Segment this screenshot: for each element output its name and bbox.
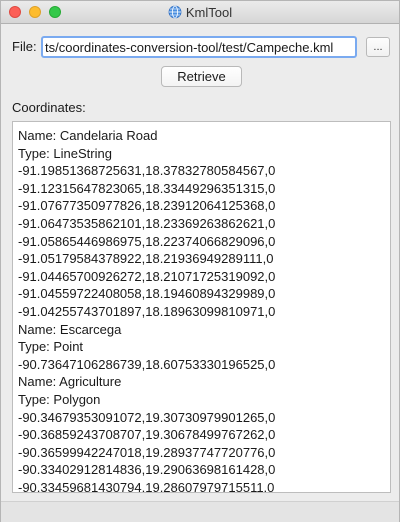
globe-icon bbox=[168, 5, 182, 19]
coordinate-line: -91.05865446986975,18.22374066829096,0 bbox=[18, 233, 276, 249]
coordinate-line: -91.06473535862101,18.23369263862621,0 bbox=[18, 215, 276, 231]
browse-button[interactable]: ... bbox=[366, 37, 390, 57]
coordinate-line: Name: Agriculture bbox=[18, 374, 122, 390]
coordinate-line: -91.04559722408058,18.19460894329989,0 bbox=[18, 286, 276, 302]
file-label: File: bbox=[12, 39, 37, 54]
coordinate-line: -90.34679353091072,19.30730979901265,0 bbox=[18, 409, 276, 425]
coordinate-line: -90.73647106286739,18.60753330196525,0 bbox=[18, 356, 276, 372]
coordinate-line: -91.12315647823065,18.33449296351315,0 bbox=[18, 180, 276, 196]
coordinate-line: -90.33402912814836,19.29063698161428,0 bbox=[18, 462, 276, 478]
app-window: KmlTool File: ... Retrieve Coordinates: … bbox=[0, 0, 400, 522]
window-title: KmlTool bbox=[185, 4, 233, 20]
coordinate-line: -90.36859243708707,19.30678499767262,0 bbox=[18, 427, 276, 443]
coordinate-line: Type: Polygon bbox=[18, 391, 101, 407]
coordinate-line: Name: Escarcega bbox=[18, 321, 122, 337]
coordinate-line: -91.04255743701897,18.18963099810971,0 bbox=[18, 303, 276, 319]
title-bar: KmlTool bbox=[1, 1, 399, 24]
coordinates-text-area[interactable]: Name: Candelaria Road Type: LineString -… bbox=[12, 121, 391, 493]
coordinate-line: Type: LineString bbox=[18, 145, 112, 161]
file-path-input[interactable] bbox=[41, 36, 357, 58]
coordinates-label: Coordinates: bbox=[12, 100, 86, 115]
coordinate-line: Name: Candelaria Road bbox=[18, 128, 158, 143]
coordinate-line: -91.19851368725631,18.37832780584567,0 bbox=[18, 163, 276, 179]
coordinate-line: -90.36599942247018,19.28937747720776,0 bbox=[18, 444, 276, 460]
coordinate-line: Type: Point bbox=[18, 339, 84, 355]
coordinate-line: -91.07677350977826,18.23912064125368,0 bbox=[18, 198, 276, 214]
retrieve-button[interactable]: Retrieve bbox=[161, 66, 242, 87]
coordinate-line: -91.04465700926272,18.21071725319092,0 bbox=[18, 268, 276, 284]
coordinate-line: -90.33459681430794,19.28607979715511,0 bbox=[18, 479, 275, 493]
status-bar bbox=[1, 501, 399, 522]
coordinate-line: -91.05179584378922,18.21936949289111,0 bbox=[18, 251, 274, 267]
window-title-group: KmlTool bbox=[1, 1, 399, 23]
